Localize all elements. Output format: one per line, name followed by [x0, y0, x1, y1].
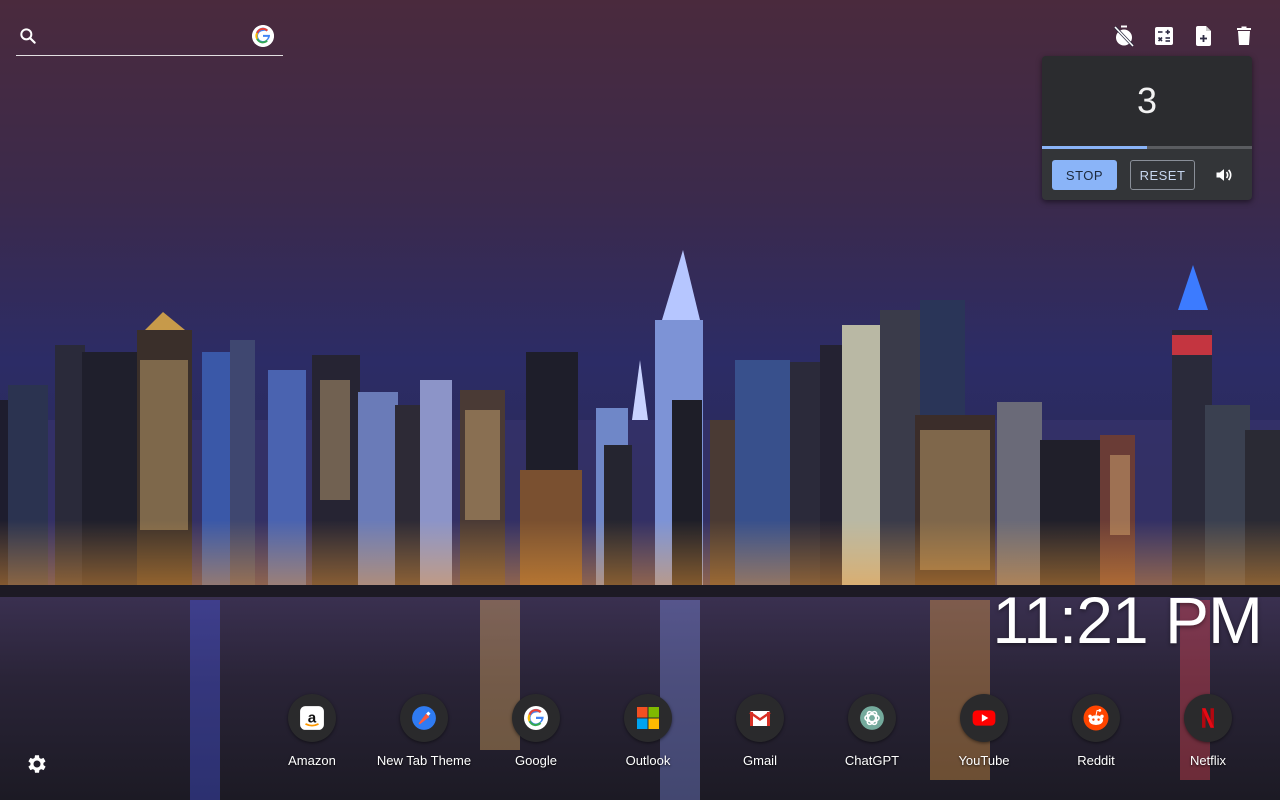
shortcut-icon-container	[400, 694, 448, 742]
stop-button[interactable]: STOP	[1052, 160, 1117, 190]
shortcut-amazon[interactable]: a Amazon	[256, 694, 368, 768]
new-note-icon[interactable]	[1192, 24, 1216, 48]
shortcut-label: ChatGPT	[844, 753, 900, 768]
shortcut-outlook[interactable]: Outlook	[592, 694, 704, 768]
reddit-icon	[1083, 705, 1109, 731]
shortcut-icon-container	[736, 694, 784, 742]
shortcut-icon-container	[1184, 694, 1232, 742]
netflix-icon	[1202, 708, 1214, 728]
timer-display: 3	[1042, 56, 1252, 146]
shortcut-label: Outlook	[625, 753, 671, 768]
search-icon[interactable]	[18, 26, 38, 46]
timer-progress-bar	[1042, 146, 1252, 149]
shortcut-label: Reddit	[1077, 753, 1115, 768]
google-icon[interactable]	[252, 25, 274, 47]
clock: 11:21 PM	[992, 583, 1263, 657]
shortcut-label: Amazon	[288, 753, 336, 768]
timer-widget: 3 STOP RESET	[1042, 56, 1252, 200]
chatgpt-icon	[860, 706, 884, 730]
gear-icon[interactable]	[24, 752, 48, 776]
shortcut-label: Gmail	[743, 753, 777, 768]
shortcut-icon-container	[624, 694, 672, 742]
reset-button[interactable]: RESET	[1130, 160, 1195, 190]
shortcuts-bar: a Amazon New Tab Theme Google Outlook Gm…	[256, 694, 1264, 768]
gmail-icon	[749, 711, 771, 726]
shortcut-netflix[interactable]: Netflix	[1152, 694, 1264, 768]
shortcut-icon-container	[848, 694, 896, 742]
shortcut-label: New Tab Theme	[376, 753, 472, 768]
shortcut-icon-container	[512, 694, 560, 742]
search-input[interactable]	[52, 26, 246, 50]
shortcut-icon-container	[960, 694, 1008, 742]
shortcut-new-tab-theme[interactable]: New Tab Theme	[368, 694, 480, 768]
toolbar	[1112, 24, 1256, 48]
amazon-icon: a	[300, 706, 324, 730]
shortcut-label: Google	[515, 753, 557, 768]
shortcut-youtube[interactable]: YouTube	[928, 694, 1040, 768]
shortcut-chatgpt[interactable]: ChatGPT	[816, 694, 928, 768]
shortcut-google[interactable]: Google	[480, 694, 592, 768]
shortcut-gmail[interactable]: Gmail	[704, 694, 816, 768]
volume-icon[interactable]	[1214, 165, 1234, 185]
timer-progress-fill	[1042, 146, 1147, 149]
shortcut-icon-container: a	[288, 694, 336, 742]
new-tab-theme-icon	[412, 706, 436, 730]
shortcut-label: Netflix	[1189, 753, 1227, 768]
outlook-icon	[637, 707, 659, 729]
shortcut-icon-container	[1072, 694, 1120, 742]
youtube-icon	[972, 710, 996, 726]
shortcut-reddit[interactable]: Reddit	[1040, 694, 1152, 768]
calculator-icon[interactable]	[1152, 24, 1176, 48]
timer-off-icon[interactable]	[1112, 24, 1136, 48]
trash-icon[interactable]	[1232, 24, 1256, 48]
svg-text:a: a	[308, 709, 317, 726]
google-icon	[524, 706, 548, 730]
search-bar[interactable]	[16, 20, 283, 56]
shortcut-label: YouTube	[958, 753, 1010, 768]
